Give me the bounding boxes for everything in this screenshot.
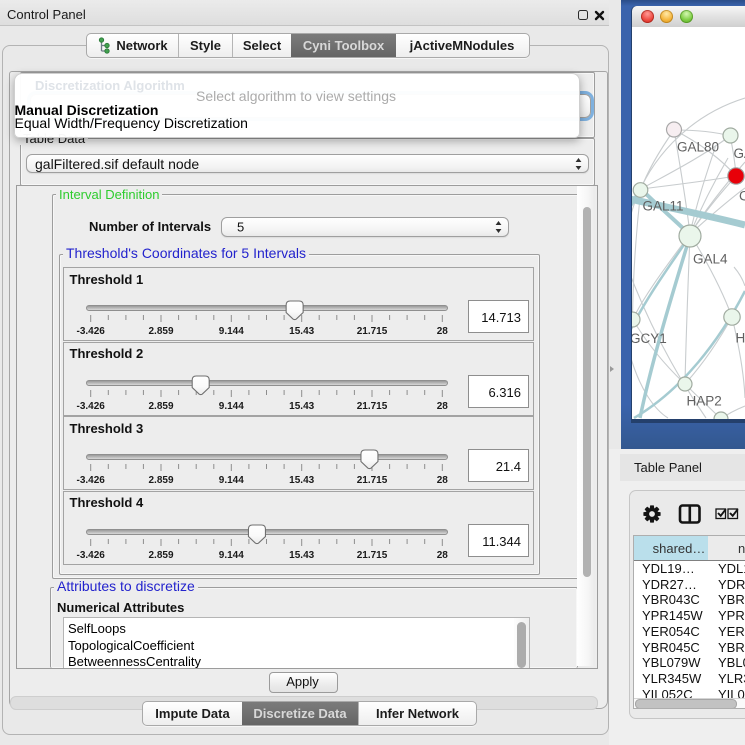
svg-text:9.144: 9.144 bbox=[219, 401, 244, 412]
svg-text:21.715: 21.715 bbox=[357, 326, 388, 337]
svg-text:-3.426: -3.426 bbox=[77, 475, 106, 486]
svg-text:28: 28 bbox=[437, 475, 449, 486]
svg-text:15.43: 15.43 bbox=[289, 475, 314, 486]
svg-text:28: 28 bbox=[437, 326, 449, 337]
svg-text:GAL4: GAL4 bbox=[693, 252, 728, 267]
svg-text:9.144: 9.144 bbox=[219, 475, 244, 486]
svg-text:HAP2: HAP2 bbox=[687, 394, 722, 409]
svg-text:C: C bbox=[739, 189, 745, 204]
svg-text:21.715: 21.715 bbox=[357, 475, 388, 486]
svg-text:-3.426: -3.426 bbox=[77, 550, 106, 561]
svg-text:GCY1: GCY1 bbox=[632, 331, 667, 346]
svg-text:15.43: 15.43 bbox=[289, 401, 314, 412]
svg-text:21.715: 21.715 bbox=[357, 401, 388, 412]
svg-text:2.859: 2.859 bbox=[148, 401, 173, 412]
svg-text:28: 28 bbox=[437, 401, 449, 412]
svg-text:15.43: 15.43 bbox=[289, 550, 314, 561]
svg-text:H: H bbox=[736, 331, 745, 346]
svg-text:GA: GA bbox=[734, 146, 745, 161]
svg-text:-3.426: -3.426 bbox=[77, 401, 106, 412]
svg-text:-3.426: -3.426 bbox=[77, 326, 106, 337]
svg-text:2.859: 2.859 bbox=[148, 326, 173, 337]
svg-text:15.43: 15.43 bbox=[289, 326, 314, 337]
svg-text:GAL80: GAL80 bbox=[677, 140, 719, 155]
svg-text:9.144: 9.144 bbox=[219, 550, 244, 561]
svg-text:GAL11: GAL11 bbox=[643, 199, 684, 214]
svg-text:28: 28 bbox=[437, 550, 449, 561]
svg-text:9.144: 9.144 bbox=[219, 326, 244, 337]
svg-text:2.859: 2.859 bbox=[148, 475, 173, 486]
svg-text:21.715: 21.715 bbox=[357, 550, 388, 561]
svg-text:2.859: 2.859 bbox=[148, 550, 173, 561]
